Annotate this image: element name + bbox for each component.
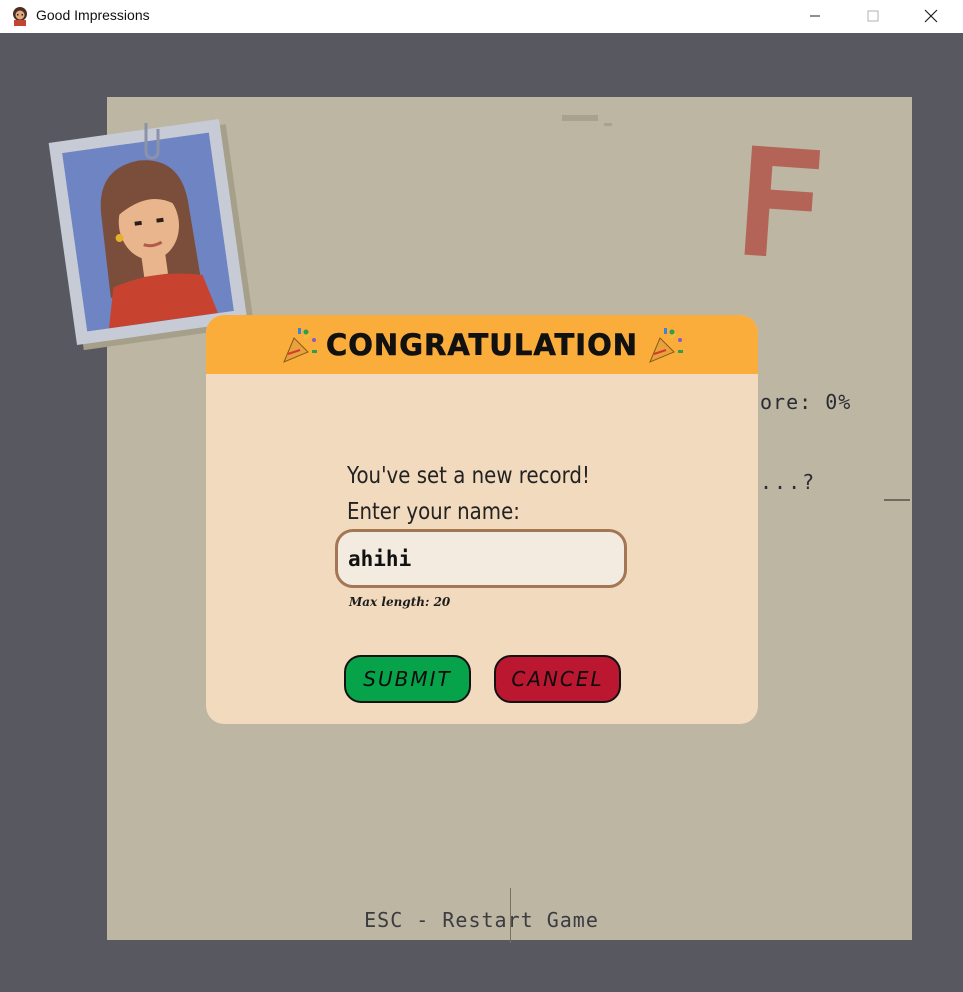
cancel-button[interactable]: CANCEL	[494, 655, 621, 703]
paperclip-icon	[144, 123, 160, 160]
close-icon	[924, 9, 938, 23]
game-canvas: F ore: 0% ...? ESC - Restart Game CONGRA…	[0, 33, 963, 992]
close-button[interactable]	[908, 0, 954, 32]
score-label: ore: 0%	[760, 390, 852, 414]
girl-avatar-icon	[13, 7, 27, 26]
grade-letter: F	[728, 116, 831, 296]
window-titlebar: Good Impressions	[0, 0, 963, 34]
maximize-icon	[867, 10, 879, 22]
name-prompt: Enter your name:	[347, 499, 520, 525]
record-message: You've set a new record!	[347, 463, 590, 489]
decorative-line	[884, 499, 910, 501]
submit-button[interactable]: SUBMIT	[344, 655, 471, 703]
paper-stain	[562, 115, 598, 121]
name-input[interactable]	[335, 529, 627, 588]
max-length-hint: Max length: 20	[349, 595, 451, 609]
paper-stain	[604, 123, 612, 126]
window-title: Good Impressions	[36, 7, 150, 23]
minimize-icon	[810, 15, 820, 17]
minimize-button[interactable]	[792, 0, 838, 32]
party-popper-icon	[649, 327, 684, 363]
character-portrait	[62, 132, 234, 332]
woman-portrait-icon	[62, 132, 234, 332]
question-text: ...?	[760, 470, 817, 494]
restart-hint: ESC - Restart Game	[364, 908, 599, 932]
dialog-header: CONGRATULATION	[206, 315, 758, 374]
party-popper-icon	[283, 327, 317, 363]
dialog-title: CONGRATULATION	[325, 327, 639, 362]
maximize-button[interactable]	[850, 0, 896, 32]
new-record-dialog: CONGRATULATION You've set a new record! …	[206, 315, 758, 724]
